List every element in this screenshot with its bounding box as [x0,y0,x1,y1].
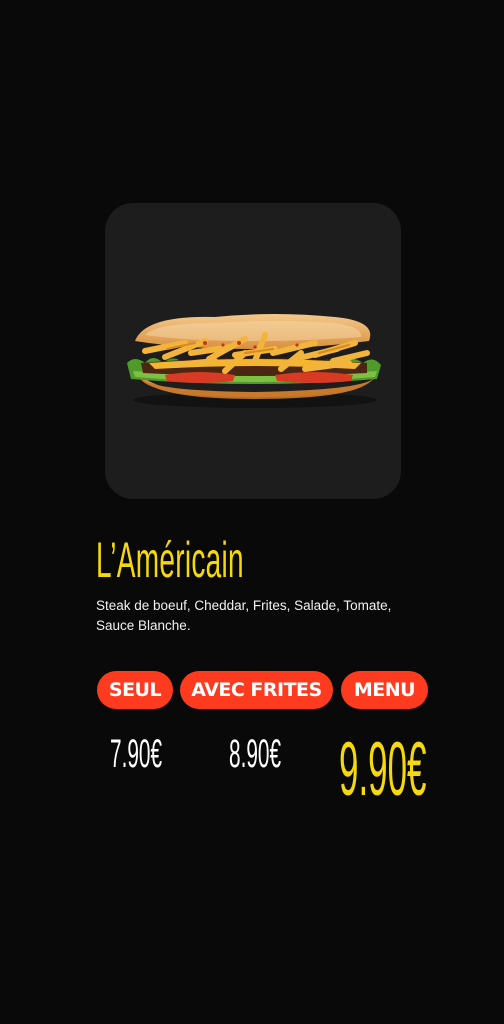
option-menu-button[interactable]: MENU [341,671,428,709]
option-seul-button[interactable]: SEUL [97,671,173,709]
price-menu: 9.90€ [339,727,427,812]
product-description: Steak de boeuf, Cheddar, Frites, Salade,… [96,598,392,633]
product-title: L’Américain [96,532,244,588]
option-avec-frites-button[interactable]: AVEC FRITES [180,671,333,709]
product-image-card [105,203,401,499]
price-avec-frites: 8.90€ [229,732,282,776]
sandwich-image [127,314,381,408]
price-seul: 7.90€ [110,732,163,776]
